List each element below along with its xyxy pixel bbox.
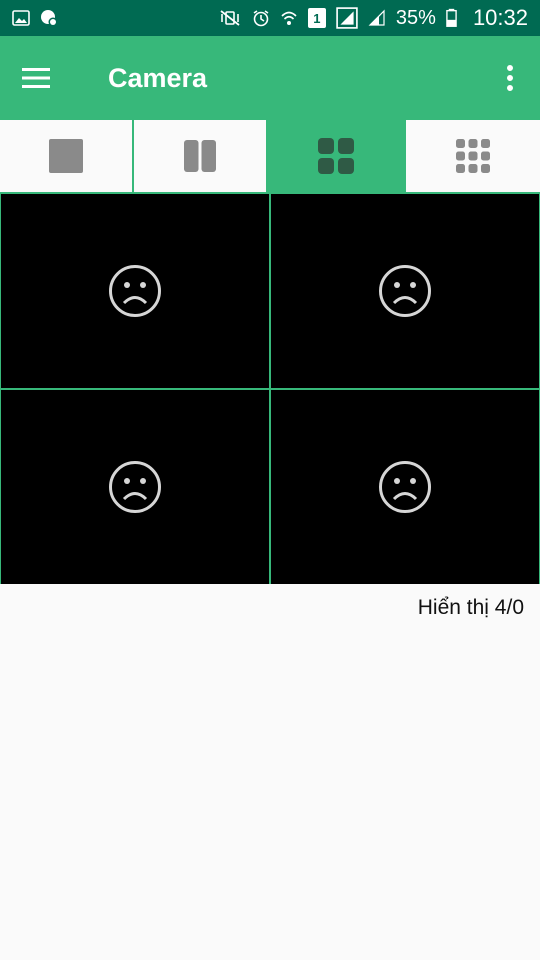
- sad-face-icon: [379, 461, 431, 513]
- app-notification-icon: [41, 10, 58, 27]
- wifi-icon: [281, 11, 297, 25]
- page-title: Camera: [108, 62, 208, 93]
- layout-1x1-icon: [49, 139, 83, 173]
- status-bar-right: 1 35% 10:32: [218, 5, 528, 31]
- camera-grid: [0, 192, 540, 584]
- hamburger-menu-icon: [22, 68, 50, 88]
- status-bar: 1 35% 10:32: [0, 0, 540, 36]
- sim-label: 1: [313, 10, 321, 26]
- tab-layout-2x2[interactable]: [268, 120, 406, 192]
- sad-face-icon: [109, 265, 161, 317]
- camera-view-2[interactable]: [271, 194, 539, 388]
- camera-view-3[interactable]: [1, 390, 269, 584]
- gallery-notification-icon: [12, 10, 30, 26]
- signal-sim2-icon: [368, 9, 385, 26]
- camera-view-4[interactable]: [271, 390, 539, 584]
- vibrate-mute-icon: [220, 10, 240, 26]
- battery-icon: [446, 8, 457, 27]
- signal-sim1-icon: [336, 7, 358, 29]
- layout-1x2-icon: [184, 140, 216, 172]
- sad-face-icon: [109, 461, 161, 513]
- tab-layout-1x2[interactable]: [134, 120, 268, 192]
- layout-selector: [0, 120, 540, 192]
- tab-layout-3x3[interactable]: [406, 120, 540, 192]
- hamburger-menu-button[interactable]: [0, 36, 72, 120]
- layout-3x3-icon: [456, 139, 490, 173]
- clock: 10:32: [472, 5, 528, 30]
- camera-view-1[interactable]: [1, 194, 269, 388]
- alarm-icon: [253, 10, 269, 27]
- layout-2x2-icon: [318, 138, 354, 174]
- more-vert-icon: [507, 65, 513, 91]
- battery-percent: 35%: [395, 6, 436, 29]
- sim-indicator: 1: [307, 8, 326, 28]
- sad-face-icon: [379, 265, 431, 317]
- more-options-button[interactable]: [480, 36, 540, 120]
- tab-layout-1x1[interactable]: [0, 120, 134, 192]
- app-bar: Camera: [0, 36, 540, 120]
- display-status-text: Hiển thị 4/0: [417, 596, 524, 619]
- status-bar-left: [12, 9, 58, 27]
